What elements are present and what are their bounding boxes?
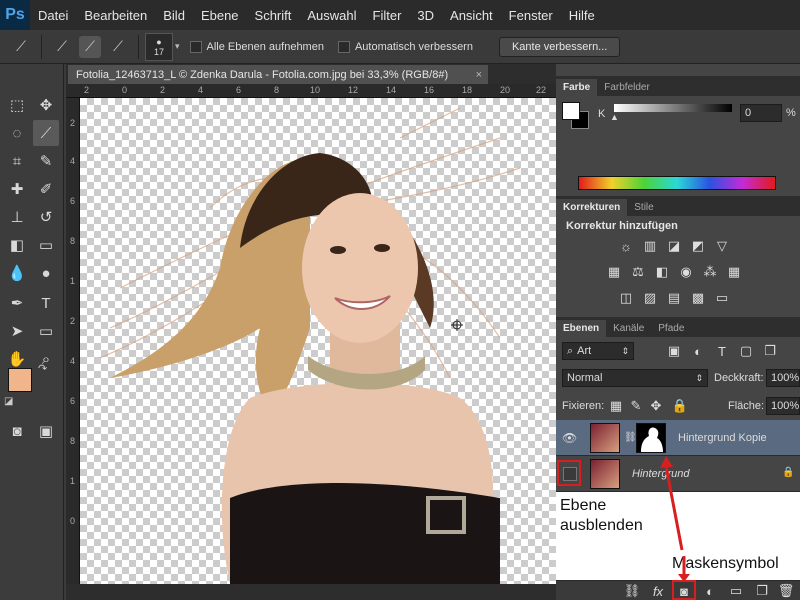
menu-ebene[interactable]: Ebene [193, 8, 247, 23]
close-icon[interactable]: × [476, 69, 482, 81]
lasso-tool-icon[interactable]: ◌ [4, 120, 30, 146]
gradient-tool-icon[interactable]: ▭ [33, 232, 59, 258]
quick-selection-tool-icon[interactable]: ⟋ [33, 120, 59, 146]
menu-auswahl[interactable]: Auswahl [299, 8, 364, 23]
arrow-to-mask [664, 465, 684, 551]
refine-edge-button[interactable]: Kante verbessern... [498, 36, 621, 57]
ruler-h-label: 22 [536, 85, 547, 95]
brush-tool-icon[interactable]: ✐ [33, 176, 59, 202]
tools-panel: ⬚ ✥ ◌ ⟋ ⌗ ✎ ✚ ✐ ⊥ ↺ ◧ ▭ 💧 ● ✒ T ➤ ▭ ✋ ⌕ … [0, 64, 64, 600]
auto-enhance-label: Automatisch verbessern [354, 40, 473, 53]
sample-all-layers-checkbox[interactable] [189, 40, 202, 53]
ruler-h-label: 16 [424, 85, 435, 95]
arrow-head-mask-icon [678, 574, 690, 582]
ruler-v-label: 1 [70, 476, 76, 486]
vertical-ruler: 2 4 6 8 1 2 4 6 8 1 0 [66, 98, 80, 584]
sample-all-layers-label: Alle Ebenen aufnehmen [206, 40, 324, 53]
ruler-v-label: 1 [70, 276, 76, 286]
foreground-color-swatch[interactable] [8, 368, 32, 392]
ruler-v-label: 0 [70, 516, 76, 526]
menu-filter[interactable]: Filter [365, 8, 410, 23]
subtract-selection-icon[interactable]: ⟋ [107, 36, 129, 58]
menu-hilfe[interactable]: Hilfe [561, 8, 603, 23]
type-tool-icon[interactable]: T [33, 290, 59, 316]
color-panel-foreground-swatch[interactable] [562, 102, 580, 120]
ruler-v-label: 2 [70, 316, 76, 326]
pen-tool-icon[interactable]: ✒ [4, 290, 30, 316]
history-brush-icon[interactable]: ↺ [33, 204, 59, 230]
horizontal-scrollbar[interactable] [66, 584, 556, 600]
brush-size-value: 17 [153, 46, 164, 57]
menu-datei[interactable]: Datei [30, 8, 76, 23]
ruler-h-label: 0 [122, 85, 128, 95]
healing-brush-icon[interactable]: ✚ [4, 176, 30, 202]
tool-preset-icon[interactable]: ⟋ [10, 36, 32, 58]
blur-tool-icon[interactable]: 💧 [4, 260, 30, 286]
quick-mask-icon[interactable]: ◙ [4, 418, 30, 444]
path-selection-icon[interactable]: ➤ [4, 318, 30, 344]
ruler-v-label: 8 [70, 236, 76, 246]
ruler-h-label: 6 [236, 85, 242, 95]
document-title: Fotolia_12463713_L © Zdenka Darula - Fot… [76, 68, 449, 81]
photoshop-logo: Ps [0, 0, 30, 30]
eye-left [330, 246, 346, 254]
stamp-tool-icon[interactable]: ⊥ [4, 204, 30, 230]
face [302, 193, 418, 343]
arrow-head-mask [660, 456, 673, 468]
eraser-tool-icon[interactable]: ◧ [4, 232, 30, 258]
menu-bild[interactable]: Bild [155, 8, 193, 23]
portrait-image [99, 107, 521, 584]
marquee-tool-icon[interactable]: ⬚ [4, 92, 30, 118]
horizontal-ruler: 2 0 2 4 6 8 10 12 14 16 18 20 22 [66, 84, 556, 98]
dodge-tool-icon[interactable]: ● [33, 260, 59, 286]
default-colors-icon[interactable]: ◪ [4, 396, 13, 407]
menu-3d[interactable]: 3D [409, 8, 442, 23]
shape-tool-icon[interactable]: ▭ [33, 318, 59, 344]
brush-dropdown-icon[interactable]: ▾ [175, 41, 180, 52]
ruler-v-label: 8 [70, 436, 76, 446]
menu-schrift[interactable]: Schrift [247, 8, 300, 23]
crosshair-cursor-icon [451, 319, 463, 331]
screen-mode-icon[interactable]: ▣ [33, 418, 59, 444]
ruler-h-label: 12 [348, 85, 359, 95]
ruler-v-label: 6 [70, 196, 76, 206]
ruler-v-label: 4 [70, 356, 76, 366]
add-selection-icon[interactable]: ⟋ [79, 35, 101, 58]
ruler-v-label: 6 [70, 396, 76, 406]
ruler-v-label: 2 [70, 118, 76, 128]
ruler-h-label: 20 [500, 85, 511, 95]
ruler-h-label: 10 [310, 85, 321, 95]
brush-dot-icon: ● [156, 36, 162, 47]
document-tab[interactable]: Fotolia_12463713_L © Zdenka Darula - Fot… [68, 65, 488, 84]
ruler-h-label: 14 [386, 85, 397, 95]
menu-ansicht[interactable]: Ansicht [442, 8, 501, 23]
new-selection-icon[interactable]: ⟋ [51, 36, 73, 58]
menu-fenster[interactable]: Fenster [501, 8, 561, 23]
image-canvas[interactable] [80, 98, 556, 584]
ruler-h-label: 18 [462, 85, 473, 95]
move-tool-icon[interactable]: ✥ [33, 92, 59, 118]
menu-bearbeiten[interactable]: Bearbeiten [76, 8, 155, 23]
right-panel-dock: Farbe Farbfelder K ▲ 0 % Korrekturen Sti… [556, 64, 800, 600]
ruler-h-label: 8 [274, 85, 280, 95]
ruler-h-label: 2 [160, 85, 166, 95]
ruler-h-label: 2 [84, 85, 90, 95]
menu-bar: Ps Datei Bearbeiten Bild Ebene Schrift A… [0, 0, 800, 30]
eye-right [374, 244, 390, 252]
ruler-v-label: 4 [70, 156, 76, 166]
swap-colors-icon[interactable]: ↷ [38, 362, 47, 375]
crop-tool-icon[interactable]: ⌗ [4, 148, 30, 174]
annotation-arrows [660, 456, 690, 582]
brush-size-picker[interactable]: ● 17 [145, 32, 173, 61]
auto-enhance-checkbox[interactable] [337, 40, 350, 53]
ruler-h-label: 4 [198, 85, 204, 95]
eyedropper-tool-icon[interactable]: ✎ [33, 148, 59, 174]
options-bar: ⟋ ⟋ ⟋ ⟋ ● 17 ▾ Alle Ebenen aufnehmen Aut… [0, 30, 800, 64]
